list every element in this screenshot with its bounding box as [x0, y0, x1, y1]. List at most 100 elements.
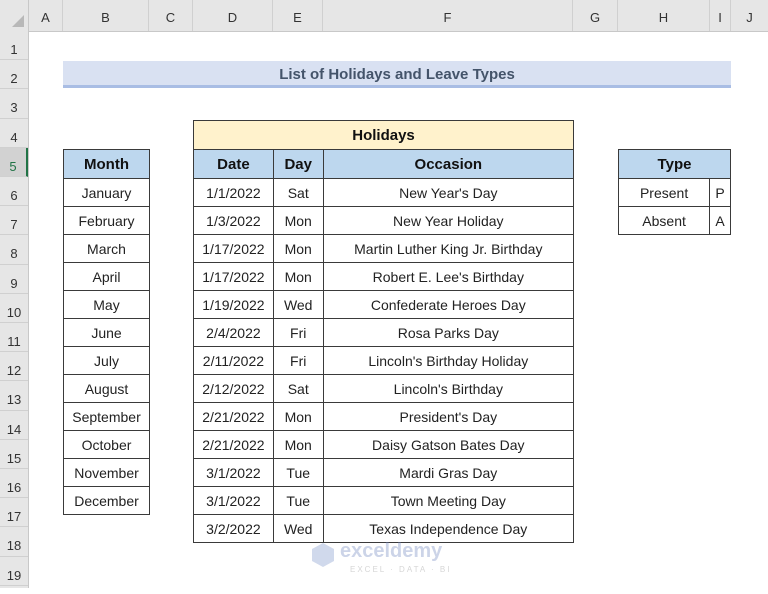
month-cell[interactable]: December [63, 486, 150, 515]
holiday-day-cell[interactable]: Mon [272, 262, 324, 291]
holiday-row: 2/12/2022 Sat Lincoln's Birthday [193, 374, 575, 403]
column-header-h[interactable]: H [618, 0, 710, 31]
holiday-date-cell[interactable]: 1/17/2022 [193, 234, 274, 263]
row-header-8[interactable]: 8 [0, 235, 28, 265]
holiday-date-cell[interactable]: 2/4/2022 [193, 318, 274, 347]
holiday-row: 1/1/2022 Sat New Year's Day [193, 178, 575, 207]
holiday-day-cell[interactable]: Fri [272, 346, 324, 375]
month-row: November [63, 458, 150, 487]
row-header-6[interactable]: 6 [0, 177, 28, 207]
leave-type-label-cell[interactable]: Absent [617, 206, 711, 235]
holiday-date-cell[interactable]: 2/21/2022 [193, 402, 274, 431]
row-header-1[interactable]: 1 [0, 31, 28, 61]
leave-type-code-cell[interactable]: P [709, 178, 731, 207]
holiday-day-cell[interactable]: Fri [272, 318, 324, 347]
column-header-j[interactable]: J [731, 0, 768, 31]
month-cell[interactable]: August [63, 374, 150, 403]
holiday-date-cell[interactable]: 1/19/2022 [193, 290, 274, 319]
column-header-g[interactable]: G [573, 0, 618, 31]
holiday-date-cell[interactable]: 1/17/2022 [193, 262, 274, 291]
leave-type-table: Type Present P Absent A [617, 149, 731, 235]
select-all-button[interactable] [0, 0, 29, 31]
row-header-18[interactable]: 18 [0, 527, 28, 557]
holidays-banner[interactable]: Holidays [193, 120, 574, 150]
holiday-date-cell[interactable]: 1/3/2022 [193, 206, 274, 235]
column-header-d[interactable]: D [193, 0, 273, 31]
holiday-occasion-cell[interactable]: Lincoln's Birthday [322, 374, 575, 403]
holiday-occasion-cell[interactable]: Martin Luther King Jr. Birthday [322, 234, 575, 263]
month-row: May [63, 290, 150, 319]
month-cell[interactable]: November [63, 458, 150, 487]
holiday-occasion-cell[interactable]: Rosa Parks Day [322, 318, 575, 347]
row-header-5[interactable]: 5 [0, 147, 28, 177]
holiday-occasion-cell[interactable]: New Year Holiday [322, 206, 575, 235]
month-cell[interactable]: February [63, 206, 150, 235]
leave-type-label-cell[interactable]: Present [617, 178, 711, 207]
holiday-occasion-cell[interactable]: President's Day [322, 402, 575, 431]
row-header-13[interactable]: 13 [0, 381, 28, 411]
month-cell[interactable]: July [63, 346, 150, 375]
watermark-tagline: EXCEL · DATA · BI [350, 565, 452, 574]
holiday-day-cell[interactable]: Wed [272, 514, 324, 543]
row-header-7[interactable]: 7 [0, 206, 28, 236]
month-cell[interactable]: March [63, 234, 150, 263]
row-header-11[interactable]: 11 [0, 323, 28, 353]
month-row: September [63, 402, 150, 431]
holiday-date-cell[interactable]: 1/1/2022 [193, 178, 274, 207]
row-header-17[interactable]: 17 [0, 498, 28, 528]
type-header[interactable]: Type [618, 149, 731, 179]
holiday-date-cell[interactable]: 3/1/2022 [193, 458, 274, 487]
holiday-date-cell[interactable]: 3/1/2022 [193, 486, 274, 515]
month-header[interactable]: Month [63, 149, 150, 179]
holiday-occasion-cell[interactable]: Confederate Heroes Day [322, 290, 575, 319]
column-header-a[interactable]: A [29, 0, 63, 31]
month-cell[interactable]: April [63, 262, 150, 291]
holiday-date-cell[interactable]: 2/21/2022 [193, 430, 274, 459]
month-cell[interactable]: June [63, 318, 150, 347]
row-header-14[interactable]: 14 [0, 411, 28, 440]
occasion-header[interactable]: Occasion [322, 149, 575, 179]
exceldemy-watermark: exceldemy EXCEL · DATA · BI [308, 540, 458, 580]
holiday-date-cell[interactable]: 3/2/2022 [193, 514, 274, 543]
column-header-f[interactable]: F [323, 0, 573, 31]
holiday-date-cell[interactable]: 2/12/2022 [193, 374, 274, 403]
row-header-4[interactable]: 4 [0, 119, 28, 148]
leave-type-code-cell[interactable]: A [709, 206, 731, 235]
month-cell[interactable]: January [63, 178, 150, 207]
holiday-day-cell[interactable]: Sat [272, 374, 324, 403]
row-header-3[interactable]: 3 [0, 89, 28, 119]
row-header-19[interactable]: 19 [0, 557, 28, 586]
holiday-date-cell[interactable]: 2/11/2022 [193, 346, 274, 375]
holiday-occasion-cell[interactable]: Mardi Gras Day [322, 458, 575, 487]
holiday-day-cell[interactable]: Mon [272, 402, 324, 431]
day-header[interactable]: Day [272, 149, 324, 179]
month-cell[interactable]: October [63, 430, 150, 459]
holiday-occasion-cell[interactable]: Lincoln's Birthday Holiday [322, 346, 575, 375]
month-row: February [63, 206, 150, 235]
holiday-occasion-cell[interactable]: Texas Independence Day [322, 514, 575, 543]
column-header-e[interactable]: E [273, 0, 323, 31]
holiday-occasion-cell[interactable]: Robert E. Lee's Birthday [322, 262, 575, 291]
holiday-day-cell[interactable]: Tue [272, 486, 324, 515]
row-header-2[interactable]: 2 [0, 60, 28, 90]
date-header[interactable]: Date [193, 149, 274, 179]
month-cell[interactable]: September [63, 402, 150, 431]
column-header-i[interactable]: I [710, 0, 731, 31]
holiday-day-cell[interactable]: Mon [272, 206, 324, 235]
row-header-9[interactable]: 9 [0, 265, 28, 294]
row-header-10[interactable]: 10 [0, 294, 28, 323]
row-header-15[interactable]: 15 [0, 440, 28, 469]
holiday-occasion-cell[interactable]: Town Meeting Day [322, 486, 575, 515]
holiday-day-cell[interactable]: Mon [272, 430, 324, 459]
column-header-b[interactable]: B [63, 0, 149, 31]
holiday-occasion-cell[interactable]: New Year's Day [322, 178, 575, 207]
holiday-day-cell[interactable]: Wed [272, 290, 324, 319]
holiday-day-cell[interactable]: Tue [272, 458, 324, 487]
column-header-c[interactable]: C [149, 0, 193, 31]
holiday-day-cell[interactable]: Sat [272, 178, 324, 207]
row-header-12[interactable]: 12 [0, 352, 28, 382]
holiday-day-cell[interactable]: Mon [272, 234, 324, 263]
holiday-occasion-cell[interactable]: Daisy Gatson Bates Day [322, 430, 575, 459]
month-cell[interactable]: May [63, 290, 150, 319]
row-header-16[interactable]: 16 [0, 469, 28, 499]
